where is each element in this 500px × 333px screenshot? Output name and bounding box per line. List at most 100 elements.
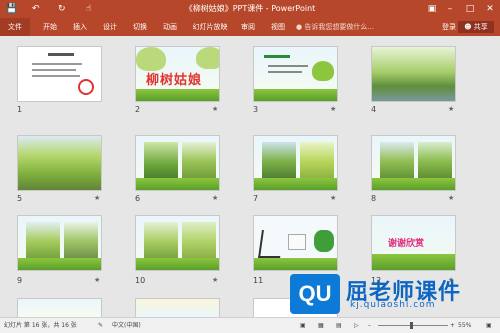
slideshow-view-icon[interactable]: ▷ xyxy=(354,318,359,333)
undo-icon[interactable]: ↶ xyxy=(32,2,40,16)
slide-heading-line xyxy=(48,53,74,56)
slide-number: 9 xyxy=(17,276,23,285)
grass-strip xyxy=(254,89,337,101)
share-label: 共享 xyxy=(473,23,488,31)
photo-frame xyxy=(26,222,60,260)
watermark-overlay: QU 屈老师课件 kj.qulaoshi.com xyxy=(290,270,500,318)
tab-home[interactable]: 开始 xyxy=(38,18,62,36)
slide-thumbnail-14[interactable] xyxy=(135,298,220,317)
stamp-seal xyxy=(78,79,94,95)
slide-number: 4 xyxy=(371,105,377,114)
photo-frame xyxy=(182,142,216,180)
person-icon: ☻ xyxy=(464,23,474,31)
photo-frame xyxy=(380,142,414,180)
slide-count-status: 幻灯片 第 16 张，共 16 张 xyxy=(4,322,77,329)
transition-star-icon: ★ xyxy=(212,105,219,113)
redo-icon[interactable]: ↻ xyxy=(58,2,66,16)
tell-me-text: 告诉我您想要做什么... xyxy=(304,23,375,31)
tell-me-box[interactable]: ● 告诉我您想要做什么... xyxy=(296,18,374,36)
transition-star-icon: ★ xyxy=(330,105,337,113)
transition-star-icon: ★ xyxy=(448,194,455,202)
slide-number: 3 xyxy=(253,105,259,114)
slide-heading-line xyxy=(264,55,290,58)
language-status[interactable]: 中文(中国) xyxy=(112,318,141,333)
photo-frame xyxy=(262,142,296,180)
slide-thumbnail-11[interactable] xyxy=(253,215,338,271)
slide-title-text: 柳树姑娘 xyxy=(146,73,203,88)
grass-strip xyxy=(18,258,101,270)
spellcheck-icon[interactable]: ✎ xyxy=(98,318,103,333)
grass-strip xyxy=(136,178,219,190)
title-bar: 💾 ↶ ↻ ☝ 《柳树姑娘》PPT课件 - PowerPoint ▣ – □ ✕ xyxy=(0,0,500,18)
slide-thumbnail-1[interactable] xyxy=(17,46,102,102)
tab-slideshow[interactable]: 幻灯片放映 xyxy=(188,18,232,36)
zoom-slider[interactable] xyxy=(378,325,448,326)
transition-star-icon: ★ xyxy=(212,276,219,284)
willow-tree xyxy=(312,61,334,81)
grass-strip xyxy=(372,178,455,190)
tab-review[interactable]: 审阅 xyxy=(236,18,260,36)
tab-file[interactable]: 文件 xyxy=(0,18,30,36)
slide-title-text: 谢谢欣赏 xyxy=(388,239,425,249)
watermark-logo: QU xyxy=(290,274,340,314)
photo-frame xyxy=(418,142,452,180)
slide-thumbnail-10[interactable] xyxy=(135,215,220,271)
slide-number: 10 xyxy=(135,276,146,285)
slide-thumbnail-12[interactable]: 谢谢欣赏 xyxy=(371,215,456,271)
status-bar: 幻灯片 第 16 张，共 16 张 ✎ 中文(中国) ▣ ▦ ▤ ▷ – + 5… xyxy=(0,317,500,333)
photo-frame xyxy=(144,142,178,180)
slide-background xyxy=(18,299,101,317)
tab-insert[interactable]: 插入 xyxy=(68,18,92,36)
grass-strip xyxy=(372,254,455,270)
photo-frame xyxy=(300,142,334,180)
slide-sorter-view-icon[interactable]: ▦ xyxy=(318,318,324,333)
slide-number: 6 xyxy=(135,194,141,203)
slide-thumbnail-3[interactable] xyxy=(253,46,338,102)
photo-willow-pond xyxy=(372,47,455,101)
tab-view[interactable]: 视图 xyxy=(266,18,290,36)
illustration-box xyxy=(288,234,306,250)
slide-thumbnail-9[interactable] xyxy=(17,215,102,271)
transition-star-icon: ★ xyxy=(94,194,101,202)
slide-background xyxy=(136,299,219,317)
maximize-icon[interactable]: □ xyxy=(462,0,478,18)
minimize-icon[interactable]: – xyxy=(442,0,458,18)
slide-thumbnail-5[interactable] xyxy=(17,135,102,191)
normal-view-icon[interactable]: ▣ xyxy=(300,318,306,333)
zoom-level[interactable]: 55% xyxy=(458,318,471,333)
zoom-out-icon[interactable]: – xyxy=(368,318,371,333)
close-icon[interactable]: ✕ xyxy=(482,0,498,18)
photo-frame xyxy=(144,222,178,260)
willow-tree xyxy=(136,47,166,71)
transition-star-icon: ★ xyxy=(448,105,455,113)
slide-thumbnail-8[interactable] xyxy=(371,135,456,191)
tab-transitions[interactable]: 切换 xyxy=(128,18,152,36)
bare-tree-drawing xyxy=(258,230,284,258)
grass-strip xyxy=(254,258,337,270)
zoom-in-icon[interactable]: + xyxy=(450,318,455,333)
photo-frame xyxy=(182,222,216,260)
slide-number: 8 xyxy=(371,194,377,203)
slide-number: 5 xyxy=(17,194,23,203)
tab-design[interactable]: 设计 xyxy=(98,18,122,36)
slide-number: 11 xyxy=(253,276,264,285)
restore-ribbon-icon[interactable]: ▣ xyxy=(424,0,440,18)
reading-view-icon[interactable]: ▤ xyxy=(336,318,342,333)
slide-thumbnail-13[interactable] xyxy=(17,298,102,317)
text-line xyxy=(32,69,76,71)
slide-thumbnail-2[interactable]: 柳树姑娘 xyxy=(135,46,220,102)
zoom-slider-thumb[interactable] xyxy=(410,322,413,329)
tab-animations[interactable]: 动画 xyxy=(158,18,182,36)
fit-window-icon[interactable]: ▣ xyxy=(486,318,492,333)
slide-thumbnail-4[interactable] xyxy=(371,46,456,102)
transition-star-icon: ★ xyxy=(94,276,101,284)
slide-thumbnail-7[interactable] xyxy=(253,135,338,191)
leaf-drawing xyxy=(314,230,334,252)
save-icon[interactable]: 💾 xyxy=(6,2,17,16)
slide-thumbnail-6[interactable] xyxy=(135,135,220,191)
share-button[interactable]: ☻ 共享 xyxy=(458,21,494,33)
grass-strip xyxy=(136,258,219,270)
touch-mode-icon[interactable]: ☝ xyxy=(86,2,91,16)
text-line xyxy=(32,63,82,65)
login-link[interactable]: 登录 xyxy=(442,18,456,36)
